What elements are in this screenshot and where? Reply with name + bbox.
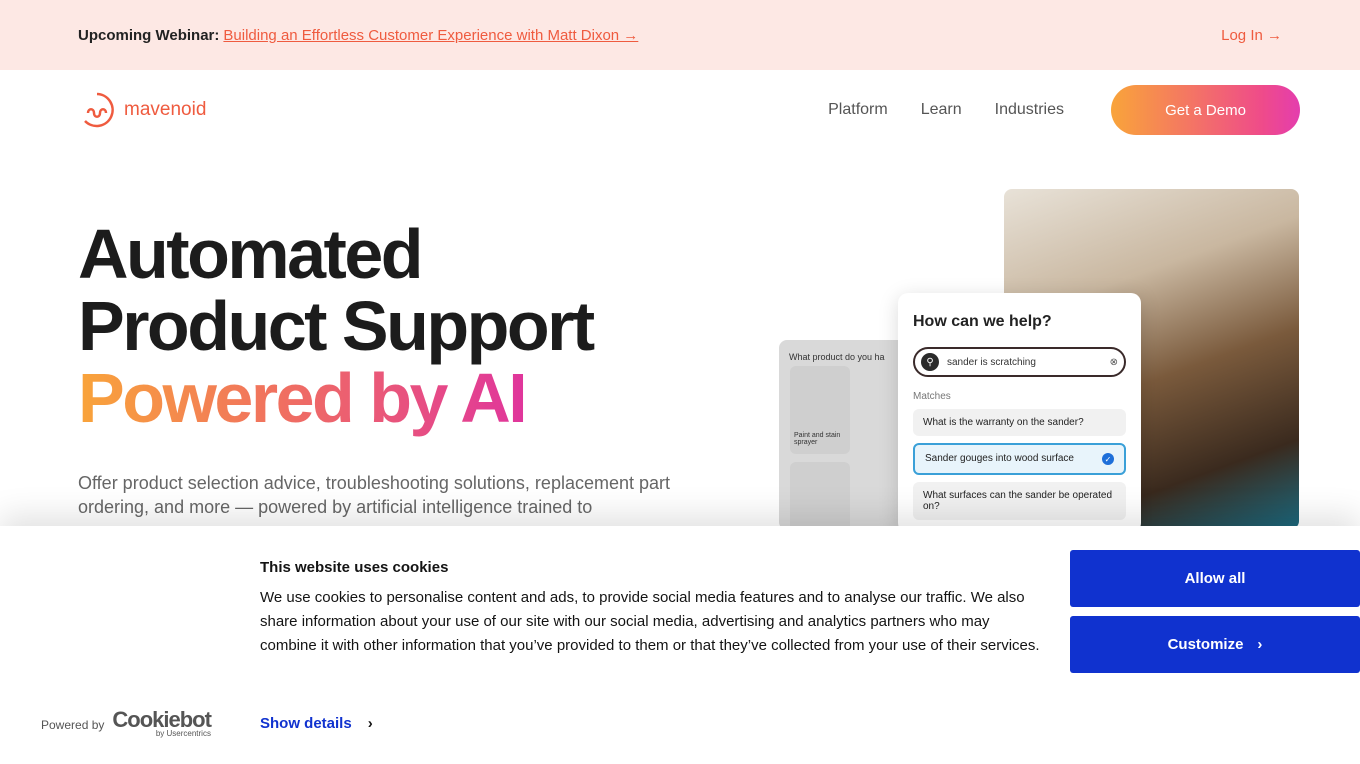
cookie-text: We use cookies to personalise content an… [260,589,1040,654]
announcement-prefix: Upcoming Webinar: [78,26,220,44]
powered-by[interactable]: Powered by Cookiebot by Usercentrics [41,709,212,739]
match-item: What surfaces can the sander be operated… [913,482,1126,520]
chevron-right-icon: › [1257,636,1263,653]
match-text: Sander gouges into wood surface [925,453,1074,464]
brand-name: mavenoid [124,99,207,120]
help-widget-mockup: How can we help? ⚲ sander is scratching … [898,293,1141,533]
matches-label: Matches [913,391,951,402]
hero-line-2: Product Support [78,287,595,365]
match-item: What is the warranty on the sander? [913,409,1126,436]
customize-button[interactable]: Customize › [1070,616,1360,673]
webinar-link[interactable]: Building an Effortless Customer Experien… [223,27,638,44]
main-nav: mavenoid Platform Learn Industries Get a… [0,70,1360,150]
nav-platform[interactable]: Platform [828,101,888,119]
allow-all-label: Allow all [1184,570,1246,587]
cookie-banner: This website uses cookies We use cookies… [0,526,1360,764]
announcement-bar: Upcoming Webinar: Building an Effortless… [0,0,1360,70]
products-title: What product do you ha [789,352,885,362]
help-title: How can we help? [913,313,1052,330]
match-item-selected: Sander gouges into wood surface ✓ [913,443,1126,475]
allow-all-button[interactable]: Allow all [1070,550,1360,607]
clear-icon: ⊗ [1109,356,1118,368]
mavenoid-logo-icon [84,92,114,128]
powered-by-label: Powered by [41,717,105,732]
nav-learn[interactable]: Learn [921,101,962,119]
cookie-title: This website uses cookies [260,559,449,576]
hero-lead: Offer product selection advice, troubles… [78,473,671,517]
product-picker-mockup: What product do you ha Paint and stain s… [779,340,909,742]
show-details-link[interactable]: Show details › [260,715,373,732]
cookiebot-logo: Cookiebot by Usercentrics [112,709,212,739]
get-demo-button[interactable]: Get a Demo [1111,85,1300,135]
check-icon: ✓ [1102,453,1114,465]
customize-label: Customize [1167,636,1244,653]
nav-industries[interactable]: Industries [995,101,1064,119]
search-icon: ⚲ [921,353,939,371]
show-details-label: Show details [260,715,352,732]
chevron-right-icon: › [367,715,373,732]
hero-line-1: Automated [78,215,424,293]
login-link[interactable]: Log In → [1221,27,1282,44]
hero-title: Automated Product Support Powered by AI [78,215,595,437]
hero-line-3: Powered by AI [78,359,528,437]
logo[interactable]: mavenoid [78,91,206,129]
search-value: sander is scratching [947,356,1036,368]
product-tile: Paint and stain sprayer [790,366,850,454]
help-search: ⚲ sander is scratching ⊗ [913,347,1126,377]
